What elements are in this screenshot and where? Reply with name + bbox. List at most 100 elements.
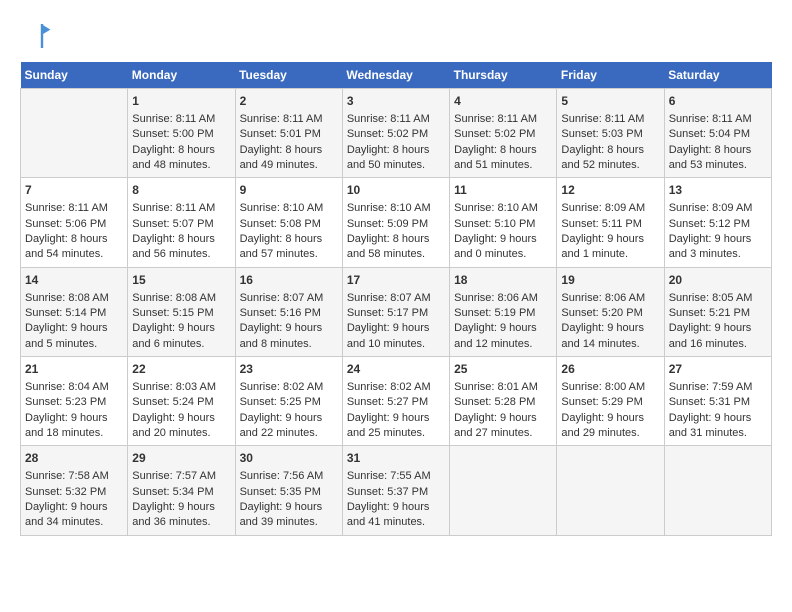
day-number: 4: [454, 93, 552, 110]
day-info: Daylight: 9 hours: [132, 321, 230, 336]
day-info: and 39 minutes.: [240, 515, 338, 530]
day-info: and 12 minutes.: [454, 337, 552, 352]
day-number: 20: [669, 272, 767, 289]
day-info: Sunrise: 8:11 AM: [240, 112, 338, 127]
day-info: Sunset: 5:37 PM: [347, 485, 445, 500]
day-number: 6: [669, 93, 767, 110]
day-info: Daylight: 9 hours: [240, 321, 338, 336]
calendar-cell: 22Sunrise: 8:03 AMSunset: 5:24 PMDayligh…: [128, 357, 235, 446]
day-number: 31: [347, 450, 445, 467]
day-info: and 48 minutes.: [132, 158, 230, 173]
day-number: 18: [454, 272, 552, 289]
calendar-cell: [450, 446, 557, 535]
day-info: Sunset: 5:34 PM: [132, 485, 230, 500]
day-number: 2: [240, 93, 338, 110]
day-number: 21: [25, 361, 123, 378]
day-number: 10: [347, 182, 445, 199]
calendar-cell: 15Sunrise: 8:08 AMSunset: 5:15 PMDayligh…: [128, 267, 235, 356]
calendar-cell: [664, 446, 771, 535]
calendar-body: 1Sunrise: 8:11 AMSunset: 5:00 PMDaylight…: [21, 89, 772, 536]
day-info: Sunset: 5:11 PM: [561, 217, 659, 232]
calendar-cell: 3Sunrise: 8:11 AMSunset: 5:02 PMDaylight…: [342, 89, 449, 178]
day-number: 14: [25, 272, 123, 289]
day-number: 17: [347, 272, 445, 289]
day-info: Daylight: 9 hours: [347, 411, 445, 426]
day-info: Daylight: 9 hours: [561, 411, 659, 426]
day-info: Sunset: 5:27 PM: [347, 395, 445, 410]
day-info: Sunset: 5:12 PM: [669, 217, 767, 232]
calendar-cell: [557, 446, 664, 535]
day-info: Daylight: 9 hours: [132, 411, 230, 426]
day-info: Sunset: 5:10 PM: [454, 217, 552, 232]
day-info: and 18 minutes.: [25, 426, 123, 441]
day-info: and 16 minutes.: [669, 337, 767, 352]
day-info: Daylight: 9 hours: [454, 232, 552, 247]
day-info: Sunrise: 8:02 AM: [347, 380, 445, 395]
day-info: and 52 minutes.: [561, 158, 659, 173]
day-info: Sunrise: 8:03 AM: [132, 380, 230, 395]
day-info: and 6 minutes.: [132, 337, 230, 352]
day-info: Sunset: 5:06 PM: [25, 217, 123, 232]
day-info: Sunset: 5:32 PM: [25, 485, 123, 500]
day-info: Daylight: 9 hours: [669, 321, 767, 336]
day-header-monday: Monday: [128, 62, 235, 89]
day-info: and 20 minutes.: [132, 426, 230, 441]
page-header: [20, 20, 772, 52]
day-info: and 36 minutes.: [132, 515, 230, 530]
calendar-header: SundayMondayTuesdayWednesdayThursdayFrid…: [21, 62, 772, 89]
day-info: Daylight: 9 hours: [454, 321, 552, 336]
calendar-cell: 20Sunrise: 8:05 AMSunset: 5:21 PMDayligh…: [664, 267, 771, 356]
day-info: and 29 minutes.: [561, 426, 659, 441]
calendar-cell: 16Sunrise: 8:07 AMSunset: 5:16 PMDayligh…: [235, 267, 342, 356]
calendar-cell: 1Sunrise: 8:11 AMSunset: 5:00 PMDaylight…: [128, 89, 235, 178]
day-info: Sunrise: 8:08 AM: [132, 291, 230, 306]
day-header-thursday: Thursday: [450, 62, 557, 89]
day-info: Daylight: 8 hours: [561, 143, 659, 158]
calendar-cell: 6Sunrise: 8:11 AMSunset: 5:04 PMDaylight…: [664, 89, 771, 178]
day-info: Sunset: 5:01 PM: [240, 127, 338, 142]
day-info: Sunset: 5:25 PM: [240, 395, 338, 410]
day-info: Daylight: 9 hours: [454, 411, 552, 426]
day-info: Sunset: 5:23 PM: [25, 395, 123, 410]
day-info: and 14 minutes.: [561, 337, 659, 352]
day-number: 5: [561, 93, 659, 110]
day-info: Sunset: 5:15 PM: [132, 306, 230, 321]
calendar-cell: 11Sunrise: 8:10 AMSunset: 5:10 PMDayligh…: [450, 178, 557, 267]
day-info: and 51 minutes.: [454, 158, 552, 173]
day-info: Sunrise: 8:11 AM: [454, 112, 552, 127]
day-info: Sunrise: 8:11 AM: [25, 201, 123, 216]
calendar-cell: 10Sunrise: 8:10 AMSunset: 5:09 PMDayligh…: [342, 178, 449, 267]
calendar-cell: 29Sunrise: 7:57 AMSunset: 5:34 PMDayligh…: [128, 446, 235, 535]
day-info: Daylight: 9 hours: [240, 500, 338, 515]
logo: [20, 20, 56, 52]
calendar-week-5: 28Sunrise: 7:58 AMSunset: 5:32 PMDayligh…: [21, 446, 772, 535]
day-info: Daylight: 9 hours: [25, 500, 123, 515]
day-number: 30: [240, 450, 338, 467]
calendar-cell: 4Sunrise: 8:11 AMSunset: 5:02 PMDaylight…: [450, 89, 557, 178]
day-info: Sunrise: 8:10 AM: [347, 201, 445, 216]
day-header-saturday: Saturday: [664, 62, 771, 89]
day-info: and 0 minutes.: [454, 247, 552, 262]
day-info: and 8 minutes.: [240, 337, 338, 352]
day-info: Daylight: 8 hours: [132, 143, 230, 158]
day-info: Daylight: 9 hours: [669, 232, 767, 247]
day-info: Sunrise: 8:11 AM: [132, 112, 230, 127]
day-info: Sunset: 5:31 PM: [669, 395, 767, 410]
day-info: Sunset: 5:02 PM: [454, 127, 552, 142]
day-info: Sunrise: 8:00 AM: [561, 380, 659, 395]
day-info: Sunset: 5:29 PM: [561, 395, 659, 410]
calendar-cell: 13 Sunrise: 8:09 AMSunset: 5:12 PMDayligh…: [664, 178, 771, 267]
calendar-cell: 18Sunrise: 8:06 AMSunset: 5:19 PMDayligh…: [450, 267, 557, 356]
calendar-cell: 23Sunrise: 8:02 AMSunset: 5:25 PMDayligh…: [235, 357, 342, 446]
day-info: Sunrise: 7:57 AM: [132, 469, 230, 484]
day-info: and 22 minutes.: [240, 426, 338, 441]
day-info: Daylight: 8 hours: [347, 143, 445, 158]
day-info: Daylight: 9 hours: [347, 321, 445, 336]
day-number: 19: [561, 272, 659, 289]
day-number: 13: [669, 182, 767, 199]
day-info: Daylight: 8 hours: [240, 143, 338, 158]
day-info: Sunrise: 8:09 AM: [669, 201, 767, 216]
calendar-week-1: 1Sunrise: 8:11 AMSunset: 5:00 PMDaylight…: [21, 89, 772, 178]
day-info: and 34 minutes.: [25, 515, 123, 530]
calendar-cell: 31Sunrise: 7:55 AMSunset: 5:37 PMDayligh…: [342, 446, 449, 535]
